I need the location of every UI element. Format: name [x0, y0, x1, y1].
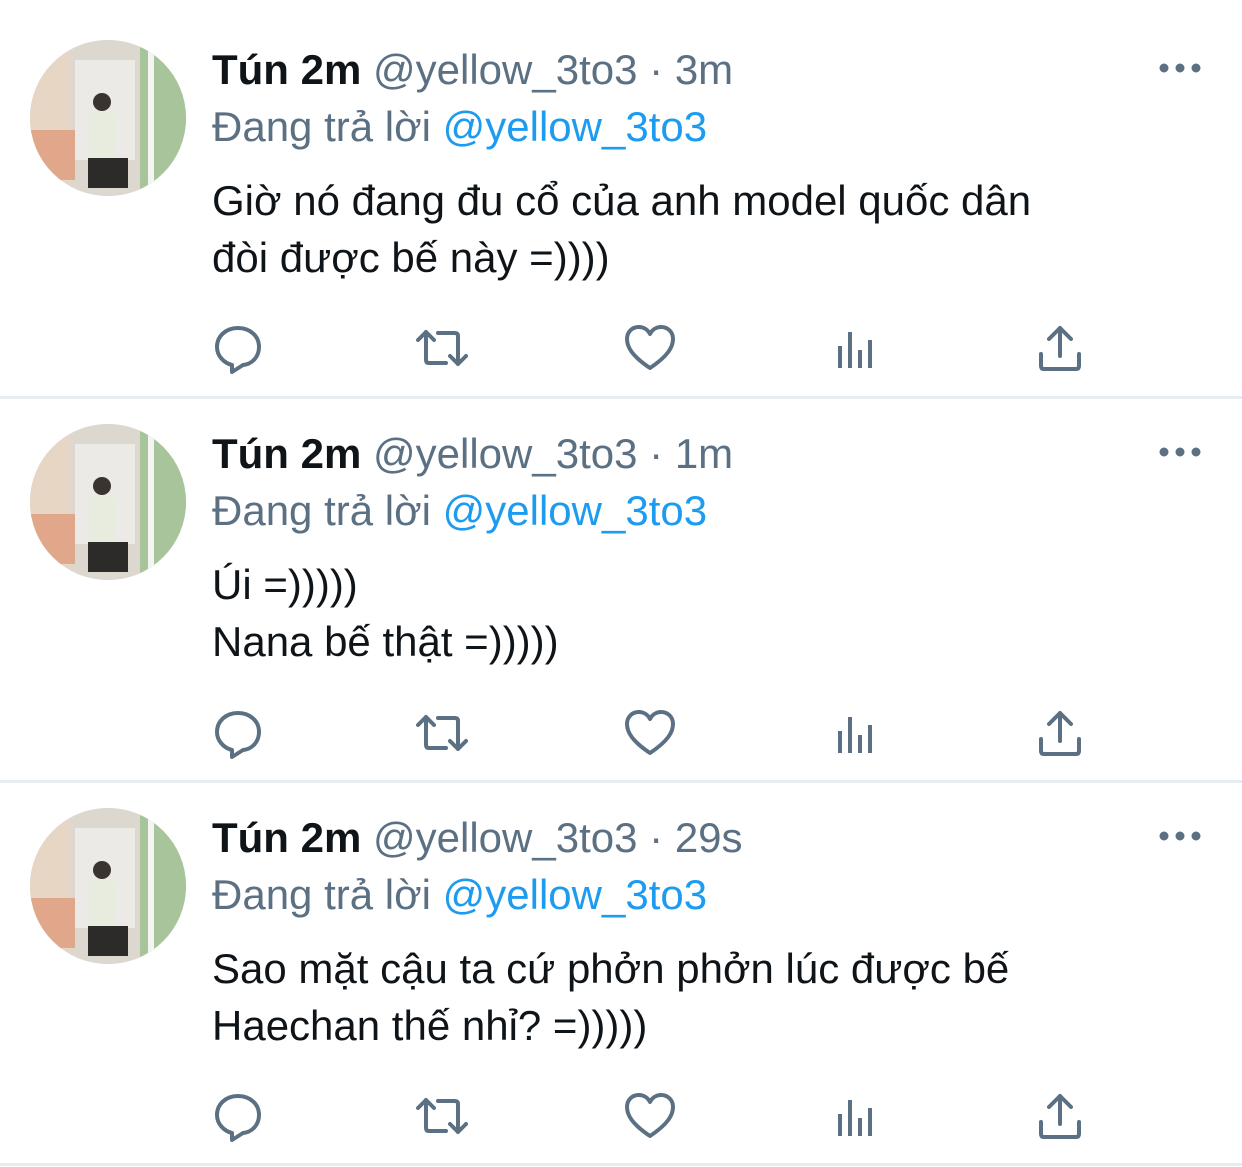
reply-to-handle[interactable]: @yellow_3to3	[443, 487, 707, 534]
display-name[interactable]: Tún 2m	[212, 46, 361, 93]
reply-icon	[215, 326, 261, 374]
avatar[interactable]	[30, 424, 186, 580]
like-icon	[625, 710, 675, 755]
reply-prefix: Đang trả lời	[212, 487, 431, 534]
user-handle[interactable]: @yellow_3to3	[373, 814, 637, 861]
separator: ·	[649, 430, 664, 477]
like-button[interactable]	[622, 705, 678, 761]
tweet-feed: Tún 2m @yellow_3to3 · 3m Đang trả lời @y…	[0, 0, 1242, 1167]
share-button[interactable]	[1032, 705, 1088, 761]
share-icon	[1039, 1094, 1081, 1139]
avatar[interactable]	[30, 808, 186, 964]
retweet-icon	[416, 330, 468, 366]
reply-button[interactable]	[210, 320, 266, 376]
retweet-button[interactable]	[414, 705, 470, 761]
divider	[0, 1163, 1242, 1166]
reply-to-handle[interactable]: @yellow_3to3	[443, 103, 707, 150]
display-name[interactable]: Tún 2m	[212, 814, 361, 861]
like-icon	[625, 1093, 675, 1138]
reply-context: Đang trả lời @yellow_3to3	[212, 485, 707, 537]
reply-context: Đang trả lời @yellow_3to3	[212, 101, 707, 153]
tweet-actions	[0, 1088, 1242, 1148]
retweet-button[interactable]	[414, 320, 470, 376]
tweet-header: Tún 2m @yellow_3to3 · 3m	[212, 44, 733, 96]
tweet-actions	[0, 320, 1242, 380]
timestamp[interactable]: 3m	[675, 46, 733, 93]
tweet-text-line: Haechan thế nhỉ? =)))))	[212, 1002, 648, 1049]
retweet-button[interactable]	[414, 1088, 470, 1144]
analytics-button[interactable]	[828, 1088, 884, 1144]
tweet-header: Tún 2m @yellow_3to3 · 1m	[212, 428, 733, 480]
more-horizontal-icon	[1159, 63, 1201, 73]
tweet-actions	[0, 705, 1242, 765]
analytics-button[interactable]	[828, 705, 884, 761]
share-icon	[1039, 711, 1081, 756]
tweet-text: Sao mặt cậu ta cứ phởn phởn lúc được bế …	[212, 940, 1202, 1054]
tweet-text: Giờ nó đang đu cổ của anh model quốc dân…	[212, 172, 1202, 286]
share-button[interactable]	[1032, 320, 1088, 376]
tweet-text-line: đòi được bế này =))))	[212, 234, 610, 281]
separator: ·	[649, 46, 664, 93]
analytics-icon	[838, 332, 872, 368]
like-button[interactable]	[622, 320, 678, 376]
reply-button[interactable]	[210, 1088, 266, 1144]
more-horizontal-icon	[1159, 831, 1201, 841]
tweet-text-line: Giờ nó đang đu cổ của anh model quốc dân	[212, 177, 1032, 224]
user-handle[interactable]: @yellow_3to3	[373, 46, 637, 93]
tweet-text-line: Sao mặt cậu ta cứ phởn phởn lúc được bế	[212, 945, 1010, 992]
retweet-icon	[416, 1098, 468, 1134]
share-icon	[1039, 326, 1081, 371]
more-button[interactable]	[1158, 58, 1202, 78]
reply-icon	[215, 1094, 261, 1142]
separator: ·	[649, 814, 664, 861]
analytics-icon	[838, 717, 872, 753]
share-button[interactable]	[1032, 1088, 1088, 1144]
reply-to-handle[interactable]: @yellow_3to3	[443, 871, 707, 918]
reply-context: Đang trả lời @yellow_3to3	[212, 869, 707, 921]
more-button[interactable]	[1158, 442, 1202, 462]
timestamp[interactable]: 1m	[675, 430, 733, 477]
like-icon	[625, 325, 675, 370]
display-name[interactable]: Tún 2m	[212, 430, 361, 477]
reply-prefix: Đang trả lời	[212, 103, 431, 150]
like-button[interactable]	[622, 1088, 678, 1144]
reply-icon	[215, 711, 261, 759]
analytics-button[interactable]	[828, 320, 884, 376]
timestamp[interactable]: 29s	[675, 814, 743, 861]
reply-prefix: Đang trả lời	[212, 871, 431, 918]
more-horizontal-icon	[1159, 447, 1201, 457]
more-button[interactable]	[1158, 826, 1202, 846]
user-handle[interactable]: @yellow_3to3	[373, 430, 637, 477]
divider	[0, 780, 1242, 783]
retweet-icon	[416, 715, 468, 751]
tweet[interactable]: Tún 2m @yellow_3to3 · 3m Đang trả lời @y…	[0, 0, 1242, 400]
tweet-text: Úi =))))) Nana bế thật =)))))	[212, 556, 1202, 670]
analytics-icon	[838, 1100, 872, 1136]
reply-button[interactable]	[210, 705, 266, 761]
divider	[0, 396, 1242, 399]
tweet-text-line: Úi =)))))	[212, 561, 358, 608]
avatar[interactable]	[30, 40, 186, 196]
tweet-header: Tún 2m @yellow_3to3 · 29s	[212, 812, 743, 864]
tweet-text-line: Nana bế thật =)))))	[212, 618, 559, 665]
